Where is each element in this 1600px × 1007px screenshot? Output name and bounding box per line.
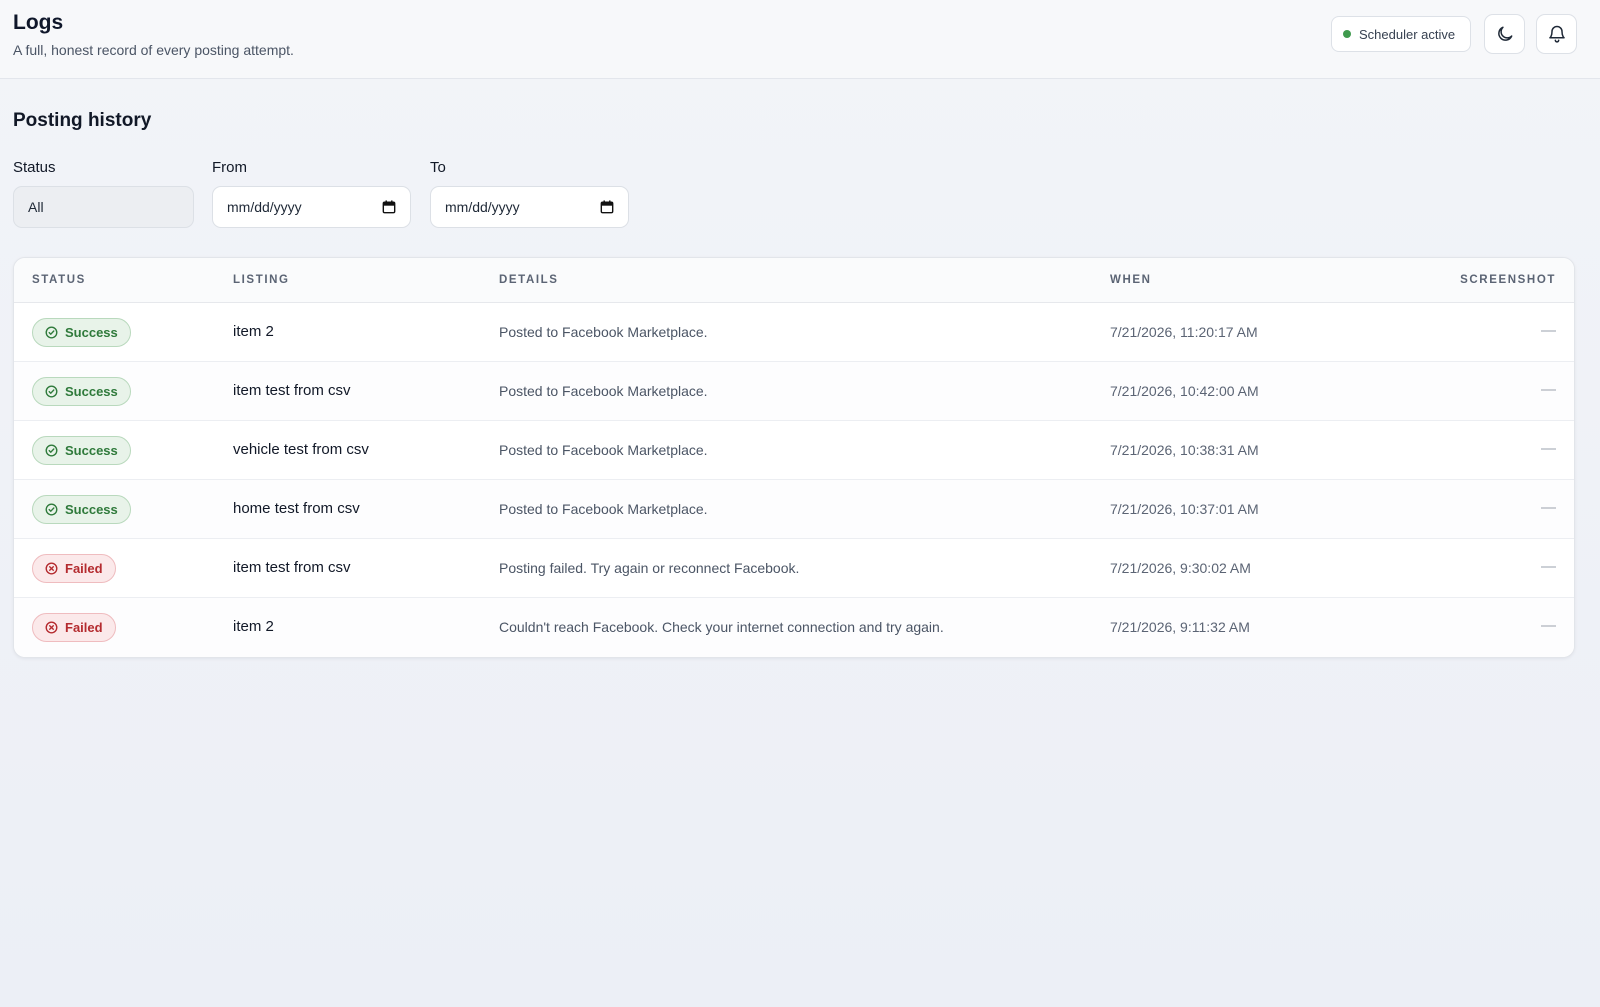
check-circle-icon: [45, 444, 58, 457]
status-filter-value: All: [28, 199, 44, 215]
when-cell: 7/21/2026, 9:11:32 AM: [1110, 619, 1250, 635]
table-row[interactable]: Failed item 2 Couldn't reach Facebook. Che…: [14, 598, 1574, 657]
listing-cell: home test from csv: [233, 500, 360, 517]
from-date-label: From: [212, 159, 247, 176]
table-header: STATUS LISTING DETAILS WHEN SCREENSHOT: [14, 258, 1574, 303]
x-circle-icon: [45, 621, 58, 634]
calendar-icon[interactable]: [600, 200, 614, 214]
details-cell: Posted to Facebook Marketplace.: [499, 501, 708, 517]
when-cell: 7/21/2026, 9:30:02 AM: [1110, 560, 1251, 576]
section-title: Posting history: [13, 110, 152, 131]
to-date-input[interactable]: mm/dd/yyyy: [430, 186, 629, 228]
theme-toggle-button[interactable]: [1484, 14, 1525, 54]
scheduler-status-dot: [1343, 30, 1351, 38]
page-header: Logs A full, honest record of every post…: [0, 0, 1600, 79]
status-badge-label: Success: [65, 443, 118, 458]
column-header-listing[interactable]: LISTING: [233, 274, 290, 286]
listing-cell: item test from csv: [233, 559, 351, 576]
notifications-button[interactable]: [1536, 14, 1577, 54]
screenshot-cell: —: [1541, 322, 1556, 339]
when-cell: 7/21/2026, 10:42:00 AM: [1110, 383, 1259, 399]
table-row[interactable]: Success item 2 Posted to Facebook Marketpl…: [14, 303, 1574, 362]
moon-icon: [1497, 26, 1512, 41]
column-header-details[interactable]: DETAILS: [499, 274, 559, 286]
details-cell: Posted to Facebook Marketplace.: [499, 383, 708, 399]
status-badge: Success: [32, 377, 131, 406]
status-filter-select[interactable]: All: [13, 186, 194, 228]
listing-cell: item test from csv: [233, 382, 351, 399]
from-date-placeholder: mm/dd/yyyy: [227, 199, 302, 215]
details-cell: Posting failed. Try again or reconnect F…: [499, 560, 800, 576]
from-date-input[interactable]: mm/dd/yyyy: [212, 186, 411, 228]
column-header-when[interactable]: WHEN: [1110, 274, 1152, 286]
check-circle-icon: [45, 503, 58, 516]
x-circle-icon: [45, 562, 58, 575]
when-cell: 7/21/2026, 11:20:17 AM: [1110, 324, 1258, 340]
page-subtitle: A full, honest record of every posting a…: [13, 42, 294, 58]
table-row[interactable]: Success item test from csv Posted to Faceb…: [14, 362, 1574, 421]
screenshot-cell: —: [1541, 381, 1556, 398]
details-cell: Couldn't reach Facebook. Check your inte…: [499, 619, 944, 635]
column-header-status[interactable]: STATUS: [32, 274, 86, 286]
posting-history-table: STATUS LISTING DETAILS WHEN SCREENSHOT S…: [13, 257, 1575, 658]
screenshot-cell: —: [1541, 558, 1556, 575]
page-title: Logs: [13, 11, 64, 34]
status-badge: Success: [32, 318, 131, 347]
status-badge: Success: [32, 436, 131, 465]
status-badge-label: Success: [65, 502, 118, 517]
status-filter-label: Status: [13, 159, 56, 176]
status-badge-label: Success: [65, 325, 118, 340]
screenshot-cell: —: [1541, 440, 1556, 457]
status-badge-label: Success: [65, 384, 118, 399]
status-badge-label: Failed: [65, 620, 103, 635]
listing-cell: item 2: [233, 618, 274, 635]
details-cell: Posted to Facebook Marketplace.: [499, 442, 708, 458]
screenshot-cell: —: [1541, 617, 1556, 634]
check-circle-icon: [45, 385, 58, 398]
bell-icon: [1548, 25, 1565, 43]
to-date-placeholder: mm/dd/yyyy: [445, 199, 520, 215]
screenshot-cell: —: [1541, 499, 1556, 516]
table-row[interactable]: Failed item test from csv Posting failed. …: [14, 539, 1574, 598]
column-header-screenshot[interactable]: SCREENSHOT: [1460, 274, 1556, 286]
scheduler-status-badge[interactable]: Scheduler active: [1331, 16, 1471, 52]
check-circle-icon: [45, 326, 58, 339]
calendar-icon[interactable]: [382, 200, 396, 214]
to-date-label: To: [430, 159, 446, 176]
when-cell: 7/21/2026, 10:38:31 AM: [1110, 442, 1259, 458]
listing-cell: item 2: [233, 323, 274, 340]
status-badge: Success: [32, 495, 131, 524]
table-row[interactable]: Success vehicle test from csv Posted to Fa…: [14, 421, 1574, 480]
status-badge-label: Failed: [65, 561, 103, 576]
details-cell: Posted to Facebook Marketplace.: [499, 324, 708, 340]
table-row[interactable]: Success home test from csv Posted to Faceb…: [14, 480, 1574, 539]
status-badge: Failed: [32, 613, 116, 642]
status-badge: Failed: [32, 554, 116, 583]
scheduler-status-label: Scheduler active: [1359, 26, 1456, 42]
when-cell: 7/21/2026, 10:37:01 AM: [1110, 501, 1259, 517]
listing-cell: vehicle test from csv: [233, 441, 369, 458]
